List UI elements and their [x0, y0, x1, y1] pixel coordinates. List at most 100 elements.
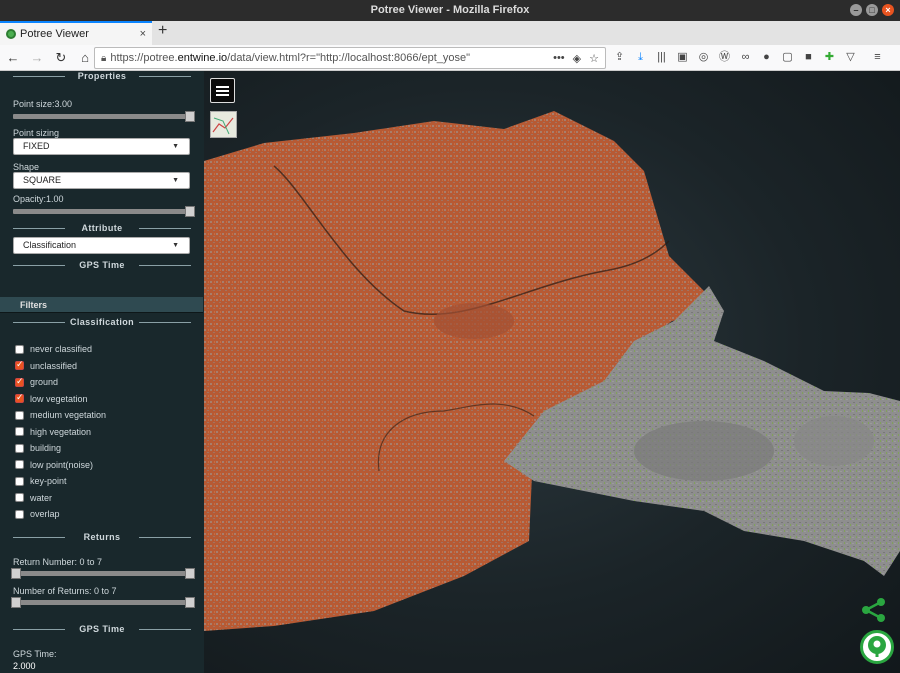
- library-icon[interactable]: |||: [654, 49, 669, 65]
- classification-label: key-point: [30, 476, 67, 487]
- classification-checkbox[interactable]: [15, 493, 24, 503]
- addon-filter-icon[interactable]: ▽: [843, 49, 858, 65]
- classification-item[interactable]: low point(noise): [15, 457, 106, 474]
- classification-item[interactable]: unclassified: [15, 358, 106, 375]
- point-cloud-viewer[interactable]: [204, 71, 900, 673]
- addon-globe-icon[interactable]: ◎: [696, 49, 711, 65]
- url-path: /data/view.html?r="http://localhost:8066…: [227, 52, 471, 64]
- attribute-section-title: Attribute: [0, 223, 204, 233]
- page-actions-icon[interactable]: •••: [553, 52, 565, 65]
- toolbar-icons: ⇪ ⤓ ||| ▣ ◎ Ⓦ ∞ ● ▢ ■ ✚ ▽ ≡: [612, 49, 885, 65]
- menu-bar-line: [216, 86, 229, 88]
- classification-checkbox[interactable]: [15, 427, 24, 437]
- classification-item[interactable]: water: [15, 490, 106, 507]
- url-host: entwine.io: [177, 52, 228, 64]
- point-size-slider-handle[interactable]: [185, 111, 195, 122]
- window-controls: – □ ×: [850, 4, 894, 16]
- tab-close-icon[interactable]: ×: [140, 28, 146, 40]
- classification-checkbox[interactable]: [15, 392, 24, 404]
- attribute-value: Classification: [23, 240, 77, 250]
- properties-section-title: Properties: [0, 71, 204, 81]
- num-returns-label: Number of Returns: 0 to 7: [13, 586, 117, 596]
- opacity-slider-handle[interactable]: [185, 206, 195, 217]
- hamburger-menu-icon[interactable]: ≡: [870, 49, 885, 65]
- close-icon[interactable]: ×: [882, 4, 894, 16]
- point-sizing-value: FIXED: [23, 141, 50, 151]
- classification-label: medium vegetation: [30, 410, 107, 421]
- pocket-icon[interactable]: ◈: [573, 52, 581, 65]
- shape-label: Shape: [13, 162, 40, 172]
- classification-checkbox[interactable]: [15, 460, 24, 470]
- return-number-max-handle[interactable]: [185, 568, 195, 579]
- lock-icon[interactable]: 🔒︎: [101, 53, 106, 64]
- classification-item[interactable]: low vegetation: [15, 391, 106, 408]
- point-sizing-select[interactable]: FIXED ▼: [13, 138, 190, 155]
- gps-time-label: GPS Time:: [13, 649, 57, 659]
- point-size-slider[interactable]: [13, 111, 195, 122]
- num-returns-min-handle[interactable]: [11, 597, 21, 608]
- point-cloud-render[interactable]: [204, 71, 900, 673]
- potree-logo-graphic: [868, 636, 886, 657]
- classification-list: never classified unclassified ground low ve…: [15, 341, 106, 523]
- addon-box-icon[interactable]: ▢: [780, 49, 795, 65]
- potree-favicon-icon: [6, 29, 16, 39]
- classification-item[interactable]: overlap: [15, 506, 106, 523]
- url-text[interactable]: https://potree.entwine.io/data/view.html…: [110, 52, 470, 64]
- rock-patch-3: [434, 303, 514, 339]
- rock-patch-2: [794, 416, 874, 466]
- addon-w-icon[interactable]: Ⓦ: [717, 49, 732, 65]
- classification-checkbox[interactable]: [15, 359, 24, 371]
- addon-user-icon[interactable]: ●: [759, 49, 774, 65]
- back-button[interactable]: ←: [2, 47, 24, 69]
- classification-checkbox[interactable]: [15, 443, 24, 453]
- sidebar-menu-button[interactable]: [210, 78, 235, 103]
- navigation-bar: ← → ↻ ⌂ 🔒︎ https://potree.entwine.io/dat…: [0, 45, 900, 71]
- classification-item[interactable]: building: [15, 440, 106, 457]
- menu-bar-line: [216, 90, 229, 92]
- shape-select[interactable]: SQUARE ▼: [13, 172, 190, 189]
- num-returns-max-handle[interactable]: [185, 597, 195, 608]
- return-number-slider[interactable]: [11, 568, 195, 579]
- new-tab-button[interactable]: +: [158, 22, 167, 40]
- home-button[interactable]: ⌂: [74, 47, 96, 69]
- classification-checkbox[interactable]: [15, 344, 24, 354]
- classification-checkbox[interactable]: [15, 476, 24, 486]
- forward-button[interactable]: →: [26, 47, 48, 69]
- classification-item[interactable]: ground: [15, 374, 106, 391]
- addon-glasses-icon[interactable]: ∞: [738, 49, 753, 65]
- maximize-icon[interactable]: □: [866, 4, 878, 16]
- classification-label: unclassified: [30, 360, 78, 371]
- return-number-min-handle[interactable]: [11, 568, 21, 579]
- share-icon[interactable]: [860, 596, 888, 624]
- reload-button[interactable]: ↻: [50, 47, 72, 69]
- classification-checkbox[interactable]: [15, 376, 24, 387]
- classification-checkbox[interactable]: [15, 410, 24, 420]
- num-returns-slider[interactable]: [11, 597, 195, 608]
- download-icon[interactable]: ⤓: [633, 49, 648, 65]
- classification-item[interactable]: never classified: [15, 341, 106, 358]
- classification-section-title: Classification: [0, 317, 204, 327]
- classification-item[interactable]: medium vegetation: [15, 407, 106, 424]
- chevron-down-icon: ▼: [172, 242, 179, 249]
- classification-checkbox[interactable]: [15, 509, 24, 519]
- extension-icon[interactable]: ⇪: [612, 49, 627, 65]
- chevron-down-icon: ▼: [172, 143, 179, 150]
- tab-title: Potree Viewer: [20, 28, 89, 40]
- filters-header[interactable]: Filters: [0, 297, 203, 313]
- classification-label: water: [30, 492, 53, 503]
- opacity-label: Opacity:1.00: [13, 194, 64, 204]
- opacity-slider[interactable]: [13, 206, 195, 217]
- minimize-icon[interactable]: –: [850, 4, 862, 16]
- addon-se-icon[interactable]: ■: [801, 49, 816, 65]
- attribute-select[interactable]: Classification ▼: [13, 237, 190, 254]
- addon-puzzle-icon[interactable]: ✚: [822, 49, 837, 65]
- sidebar-icon[interactable]: ▣: [675, 49, 690, 65]
- classification-item[interactable]: key-point: [15, 473, 106, 490]
- potree-logo-icon[interactable]: [860, 630, 894, 664]
- classification-label: never classified: [30, 344, 93, 355]
- tab-potree-viewer[interactable]: Potree Viewer ×: [0, 21, 152, 45]
- classification-item[interactable]: high vegetation: [15, 424, 106, 441]
- map-toggle-icon[interactable]: [210, 111, 237, 138]
- url-bar[interactable]: 🔒︎ https://potree.entwine.io/data/view.h…: [94, 47, 606, 69]
- bookmark-star-icon[interactable]: ☆: [589, 52, 599, 65]
